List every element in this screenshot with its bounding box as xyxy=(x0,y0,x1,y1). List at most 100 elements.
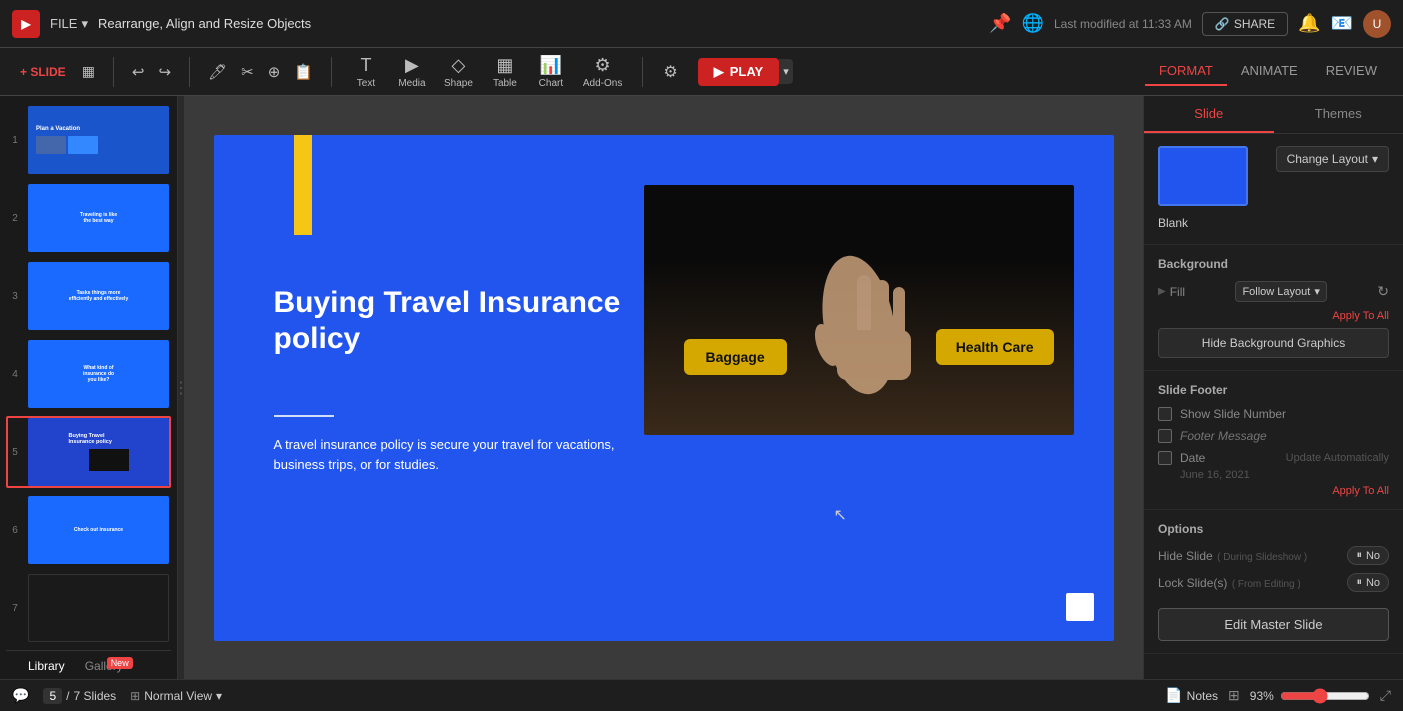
cursor: ↖ xyxy=(834,505,847,525)
table-icon: ▦ xyxy=(496,55,513,76)
slide-title: Buying Travel Insurance policy xyxy=(274,285,654,357)
format-painter-button[interactable]: 🖊 xyxy=(202,59,233,85)
date-auto-label: Update Automatically xyxy=(1213,452,1389,464)
canvas-area: Buying Travel Insurance policy A travel … xyxy=(184,96,1143,679)
media-icon: ▶ xyxy=(405,55,419,76)
zoom-slider[interactable] xyxy=(1280,688,1370,704)
file-menu-button[interactable]: FILE ▾ xyxy=(50,16,88,32)
grid-view-button[interactable]: ▦ xyxy=(76,59,101,84)
slide-thumb-4[interactable]: 4 What kind ofinsurance doyou like? xyxy=(6,338,171,410)
add-slide-button[interactable]: + SLIDE xyxy=(12,61,74,83)
shape-icon: ◇ xyxy=(452,55,466,76)
footer-message-input[interactable] xyxy=(1180,429,1389,443)
options-section: Options Hide Slide ( During Slideshow ) … xyxy=(1144,510,1403,654)
layout-preview xyxy=(1158,146,1248,206)
footer-title: Slide Footer xyxy=(1158,383,1389,397)
table-tool-button[interactable]: ▦ Table xyxy=(483,51,527,93)
addons-icon: ⚙ xyxy=(595,55,611,76)
tab-slide[interactable]: Slide xyxy=(1144,96,1274,133)
slide-thumb-2[interactable]: 2 Traveling is likethe best way xyxy=(6,182,171,254)
user-avatar: U xyxy=(1363,10,1391,38)
thumb-image-4: What kind ofinsurance doyou like? xyxy=(28,340,169,408)
lock-slides-toggle[interactable]: ⏸ No xyxy=(1347,573,1389,592)
tab-themes[interactable]: Themes xyxy=(1274,96,1403,133)
last-modified: Last modified at 11:33 AM xyxy=(1054,17,1192,31)
zoom-value: 93% xyxy=(1250,689,1274,703)
share-button[interactable]: 🔗 SHARE xyxy=(1202,12,1288,36)
edit-master-slide-button[interactable]: Edit Master Slide xyxy=(1158,608,1389,641)
top-bar: ▶ FILE ▾ Rearrange, Align and Resize Obj… xyxy=(0,0,1403,48)
fill-select[interactable]: Follow Layout ▾ xyxy=(1235,281,1326,302)
footer-apply-all[interactable]: Apply To All xyxy=(1158,485,1389,497)
fit-screen-icon[interactable]: ⤢ xyxy=(1380,687,1391,704)
chart-tool-button[interactable]: 📊 Chart xyxy=(529,51,573,93)
shape-tool-button[interactable]: ◇ Shape xyxy=(436,51,481,93)
bottom-right: 📄 Notes ⊞ 93% ⤢ xyxy=(1165,687,1391,704)
zoom-control: 93% xyxy=(1250,688,1370,704)
hide-slide-label: Hide Slide xyxy=(1158,549,1213,563)
show-slide-number-label: Show Slide Number xyxy=(1180,407,1286,421)
date-value: June 16, 2021 xyxy=(1158,469,1389,481)
change-layout-button[interactable]: Change Layout ▾ xyxy=(1276,146,1389,172)
slide-thumb-5[interactable]: 5 Buying TravelInsurance policy xyxy=(6,416,171,488)
background-apply-all[interactable]: Apply To All xyxy=(1158,310,1389,322)
addons-tool-button[interactable]: ⚙ Add-Ons xyxy=(575,51,630,93)
hide-slide-toggle[interactable]: ⏸ No xyxy=(1347,546,1389,565)
lock-slides-sub: ( From Editing ) xyxy=(1232,579,1301,590)
slide-thumb-7[interactable]: 7 xyxy=(6,572,171,644)
tab-animate[interactable]: ANIMATE xyxy=(1227,57,1312,86)
app-logo: ▶ xyxy=(12,10,40,38)
slide-thumb-6[interactable]: 6 Check out insurance xyxy=(6,494,171,566)
slide-divider xyxy=(274,415,334,417)
library-tab[interactable]: Library xyxy=(22,657,71,675)
show-slide-number-checkbox[interactable] xyxy=(1158,407,1172,421)
footer-section: Slide Footer Show Slide Number Date Upda… xyxy=(1144,371,1403,510)
baggage-button[interactable]: Baggage xyxy=(684,339,787,375)
text-icon: T xyxy=(360,55,371,76)
hide-bg-graphics-button[interactable]: Hide Background Graphics xyxy=(1158,328,1389,358)
undo-button[interactable]: ↩ xyxy=(126,59,151,85)
healthcare-button[interactable]: Health Care xyxy=(936,329,1054,365)
options-title: Options xyxy=(1158,522,1389,536)
date-checkbox[interactable] xyxy=(1158,451,1172,465)
slide-body: A travel insurance policy is secure your… xyxy=(274,435,634,477)
slide-thumb-3[interactable]: 3 Tasks things moreefficiently and effec… xyxy=(6,260,171,332)
edit-controls: 🖊 ✂ ⊕ 📋 xyxy=(202,59,319,85)
media-tool-button[interactable]: ▶ Media xyxy=(390,51,434,93)
lock-slides-row: Lock Slide(s) ( From Editing ) ⏸ No xyxy=(1158,573,1389,592)
slide-indicator: 5 / 7 Slides xyxy=(43,688,116,704)
fit-icon: ⊞ xyxy=(1228,687,1240,704)
tab-review[interactable]: REVIEW xyxy=(1312,57,1391,86)
thumb-image-5: Buying TravelInsurance policy xyxy=(28,418,169,486)
tab-format[interactable]: FORMAT xyxy=(1145,57,1227,86)
library-gallery-tabs: Library Gallery New xyxy=(6,650,171,675)
normal-view-button[interactable]: Normal View ▾ xyxy=(144,689,222,703)
play-button[interactable]: ▶ PLAY xyxy=(698,58,779,86)
date-label: Date xyxy=(1180,451,1205,465)
settings-button[interactable]: ⚙ xyxy=(655,58,685,86)
panel-tabs: Slide Themes xyxy=(1144,96,1403,134)
thumb-image-3: Tasks things moreefficiently and effecti… xyxy=(28,262,169,330)
divider-4 xyxy=(642,57,643,87)
fill-label: Fill xyxy=(1170,285,1185,299)
divider-2 xyxy=(189,57,190,87)
paste-button[interactable]: 📋 xyxy=(288,59,319,85)
divider-1 xyxy=(113,57,114,87)
comment-icon[interactable]: 💬 xyxy=(12,687,29,704)
date-row: Date Update Automatically xyxy=(1158,451,1389,465)
play-dropdown-button[interactable]: ▾ xyxy=(779,59,793,84)
redo-button[interactable]: ↪ xyxy=(153,59,178,85)
copy-button[interactable]: ⊕ xyxy=(262,59,287,85)
text-tool-button[interactable]: T Text xyxy=(344,51,388,93)
notes-button[interactable]: 📄 Notes xyxy=(1165,687,1218,704)
cut-button[interactable]: ✂ xyxy=(235,59,260,85)
footer-message-checkbox[interactable] xyxy=(1158,429,1172,443)
thumb-image-2: Traveling is likethe best way xyxy=(28,184,169,252)
fill-reset-icon[interactable]: ↻ xyxy=(1377,283,1389,300)
layout-name: Blank xyxy=(1158,216,1188,230)
slide-yellow-accent xyxy=(294,135,312,235)
slide-canvas[interactable]: Buying Travel Insurance policy A travel … xyxy=(214,135,1114,641)
document-title: Rearrange, Align and Resize Objects xyxy=(98,16,979,31)
play-control: ▶ PLAY ▾ xyxy=(698,58,793,86)
slide-thumb-1[interactable]: 1 Plan a Vacation xyxy=(6,104,171,176)
